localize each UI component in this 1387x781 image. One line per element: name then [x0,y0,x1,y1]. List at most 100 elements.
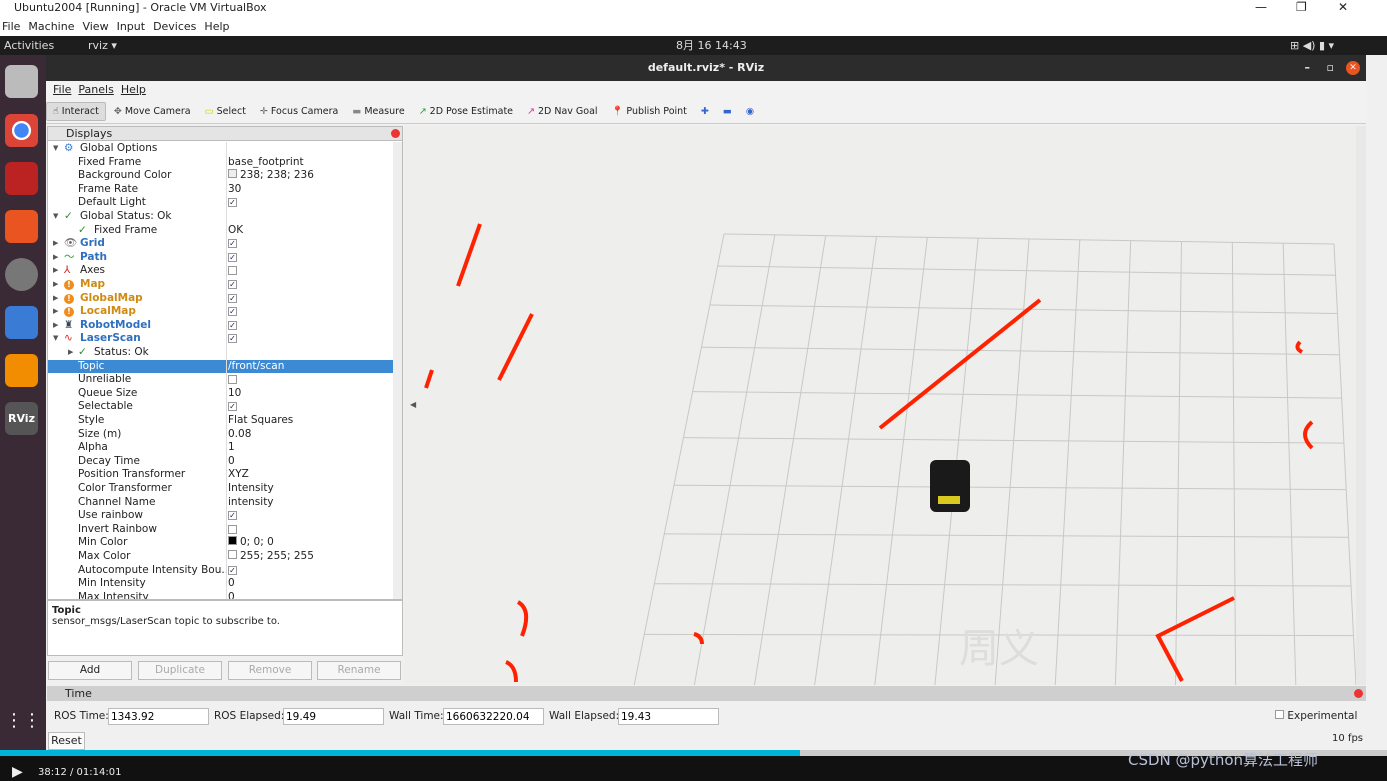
tool-2d-pose-estimate[interactable]: ↗ 2D Pose Estimate [413,103,519,120]
sublime-icon[interactable] [5,354,38,387]
chrome-icon[interactable] [5,114,38,147]
vbox-menu-file[interactable]: File [2,20,20,33]
tree-row-decay-time[interactable]: Decay Time 0 [48,455,393,469]
wall-time-field[interactable] [443,708,544,725]
tree-row-max-color[interactable]: Max Color 255; 255; 255 [48,550,393,564]
tree-row-unreliable[interactable]: Unreliable [48,373,393,387]
ros-time-field[interactable] [108,708,209,725]
expand-down-icon[interactable]: ▼ [53,332,58,346]
expand-right-icon[interactable]: ▶ [53,237,58,251]
reset-button[interactable]: Reset [48,732,85,750]
editor-icon[interactable] [5,306,38,339]
files-icon[interactable] [5,65,38,98]
close-time-icon[interactable] [1354,689,1363,698]
expand-down-icon[interactable]: ▼ [53,210,58,224]
tree-row-max-intensity[interactable]: Max Intensity 0 [48,591,393,599]
system-tray-icons[interactable]: ⊞ ◀) ▮ ▾ [1290,36,1334,55]
tree-row-use-rainbow[interactable]: Use rainbow ✓ [48,509,393,523]
expand-right-icon[interactable]: ▶ [68,346,73,360]
tree-row-min-color[interactable]: Min Color 0; 0; 0 [48,536,393,550]
tree-row-grid[interactable]: ▶ 👁 Grid ✓ [48,237,393,251]
expand-down-icon[interactable]: ▼ [53,142,58,156]
tree-row-map[interactable]: ▶! Map ✓ [48,278,393,292]
play-icon[interactable]: ▶ [12,764,23,780]
rviz-close[interactable]: ✕ [1346,61,1360,75]
tree-row-queue-size[interactable]: Queue Size 10 [48,387,393,401]
tree-row-global-options[interactable]: ▼ ⚙ Global Options [48,142,393,156]
checkbox[interactable]: ✓ [228,252,237,262]
zoom-in-icon[interactable]: ✚ [695,103,715,120]
color-swatch[interactable] [228,536,237,546]
tool-move-camera[interactable]: ✥ Move Camera [108,103,197,120]
tree-row-robotmodel[interactable]: ▶ ♜ RobotModel ✓ [48,319,393,333]
checkbox[interactable]: ✓ [228,402,237,412]
tool-interact[interactable]: ☝ Interact [46,101,106,121]
vbox-menu-input[interactable]: Input [117,20,145,33]
viewport-scrollbar[interactable] [1356,126,1366,685]
tree-row-size-m-[interactable]: Size (m) 0.08 [48,428,393,442]
checkbox[interactable]: ✓ [228,280,237,289]
vbox-menu-machine[interactable]: Machine [28,20,74,33]
tree-row-style[interactable]: Style Flat Squares [48,414,393,428]
tree-row-topic[interactable]: Topic/front/scan [48,359,393,374]
checkbox[interactable]: ✓ [228,198,237,208]
ros-elapsed-field[interactable] [283,708,384,725]
tool-2d-nav-goal[interactable]: ↗ 2D Nav Goal [521,103,604,120]
rviz-minimize[interactable]: – [1305,55,1311,81]
checkbox[interactable]: ✓ [228,239,237,249]
expand-right-icon[interactable]: ▶ [53,292,58,306]
color-swatch[interactable] [228,550,237,559]
3d-viewport[interactable]: ◀ 周义 [404,126,1356,685]
close-button[interactable]: ✕ [1338,0,1348,15]
tool-measure[interactable]: ▬ Measure [346,103,410,120]
experimental-checkbox[interactable] [1275,710,1284,719]
checkbox[interactable]: ✓ [228,293,237,303]
tree-row-position-transformer[interactable]: Position Transformer XYZ [48,468,393,482]
tree-row-path[interactable]: ▶ 〜 Path ✓ [48,251,393,265]
row-value[interactable]: /front/scan [228,360,284,374]
checkbox[interactable]: ✓ [228,565,237,575]
collapse-left-icon[interactable]: ◀ [410,400,417,409]
menu-panels[interactable]: Panels [78,83,113,96]
rviz-maximize[interactable]: ▫ [1327,55,1334,81]
camera-icon[interactable]: ◉ [740,103,760,120]
tree-scrollbar[interactable] [393,142,402,599]
vbox-menu-help[interactable]: Help [204,20,229,33]
software-icon[interactable] [5,210,38,243]
zoom-out-icon[interactable]: ▬ [717,103,738,120]
color-swatch[interactable] [228,169,237,179]
expand-right-icon[interactable]: ▶ [53,278,58,292]
tool-focus-camera[interactable]: ✛ Focus Camera [254,103,344,120]
tree-row-alpha[interactable]: Alpha 1 [48,441,393,455]
minimize-button[interactable]: — [1255,0,1267,15]
add-button[interactable]: Add [48,661,132,680]
duplicate-button[interactable]: Duplicate [138,661,222,680]
checkbox[interactable] [228,266,237,276]
restore-button[interactable]: ❐ [1296,0,1307,15]
apps-grid-icon[interactable]: ⋮⋮⋮ [5,710,59,743]
menu-help[interactable]: Help [121,83,146,96]
rviz-icon[interactable]: RViz [5,402,38,435]
tree-row-invert-rainbow[interactable]: Invert Rainbow [48,523,393,537]
tree-row-fixed-frame[interactable]: ✓ Fixed Frame OK [48,224,393,238]
rename-button[interactable]: Rename [317,661,401,680]
tree-row-global-status-ok[interactable]: ▼ ✓ Global Status: Ok [48,210,393,224]
tree-row-background-color[interactable]: Background Color 238; 238; 236 [48,169,393,183]
tree-row-default-light[interactable]: Default Light ✓ [48,196,393,210]
tree-row-localmap[interactable]: ▶! LocalMap ✓ [48,305,393,319]
checkbox[interactable] [228,375,237,385]
tree-row-selectable[interactable]: Selectable ✓ [48,400,393,414]
tree-row-axes[interactable]: ▶ ⅄ Axes [48,264,393,278]
expand-right-icon[interactable]: ▶ [53,305,58,319]
wall-elapsed-field[interactable] [618,708,719,725]
tree-row-frame-rate[interactable]: Frame Rate 30 [48,183,393,197]
remove-button[interactable]: Remove [228,661,312,680]
clock[interactable]: 8月 16 14:43 [676,36,747,55]
activities-button[interactable]: Activities [4,36,54,55]
vbox-menu-view[interactable]: View [82,20,108,33]
checkbox[interactable]: ✓ [228,320,237,330]
checkbox[interactable]: ✓ [228,334,237,344]
checkbox[interactable]: ✓ [228,307,237,317]
settings-icon[interactable] [5,258,38,291]
checkbox[interactable] [228,524,237,534]
